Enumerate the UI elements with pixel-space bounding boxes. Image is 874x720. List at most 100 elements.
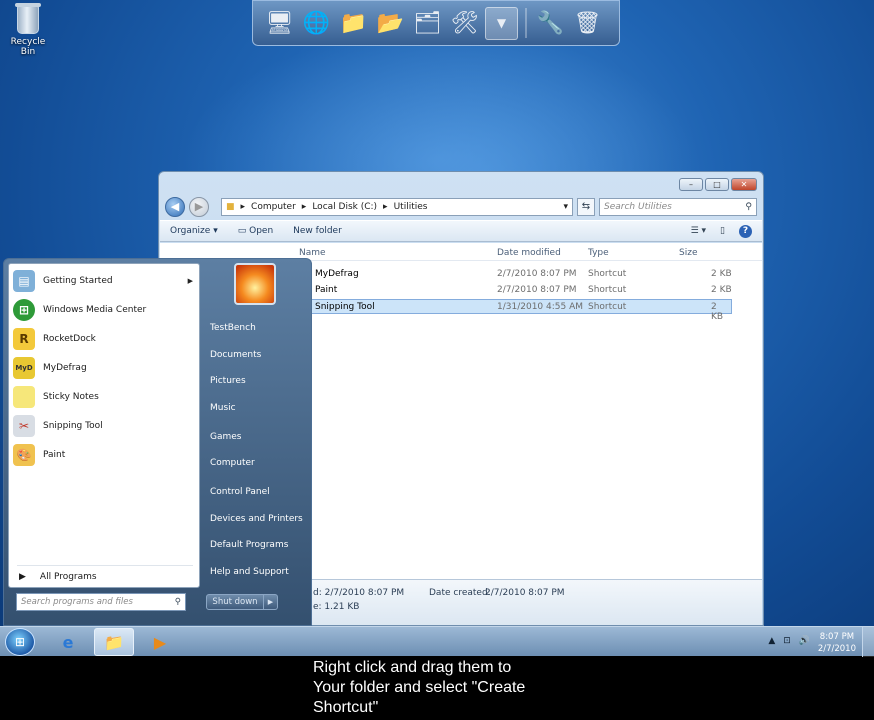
dock-separator bbox=[525, 8, 527, 38]
volume-icon[interactable]: 🔊 bbox=[799, 636, 810, 646]
maximize-button[interactable]: □ bbox=[705, 178, 729, 191]
link-pictures[interactable]: Pictures bbox=[210, 376, 246, 386]
recycle-bin[interactable]: Recycle Bin bbox=[4, 3, 52, 57]
system-tray: ▲ ⊡ 🔊 bbox=[768, 636, 810, 646]
show-desktop-button[interactable] bbox=[862, 627, 874, 657]
search-placeholder: Search Utilities bbox=[604, 202, 672, 212]
all-programs-button[interactable]: ▶ All Programs bbox=[19, 572, 97, 582]
new-folder-button[interactable]: New folder bbox=[293, 226, 342, 236]
program-mydefrag[interactable]: MyD MyDefrag bbox=[13, 355, 197, 381]
link-help-support[interactable]: Help and Support bbox=[210, 567, 289, 577]
all-programs-label: All Programs bbox=[39, 572, 97, 582]
link-music[interactable]: Music bbox=[210, 403, 236, 413]
pictures-icon[interactable]: 🗂 bbox=[411, 7, 444, 40]
explorer-taskbar-button[interactable]: 📁 bbox=[94, 628, 134, 656]
program-label: Getting Started bbox=[43, 276, 113, 286]
program-getting-started[interactable]: ▤ Getting Started ▶ bbox=[13, 268, 197, 294]
link-games[interactable]: Games bbox=[210, 432, 241, 442]
media-center-icon: ⊞ bbox=[13, 299, 35, 321]
paint-icon: 🎨 bbox=[13, 444, 35, 466]
documents-icon[interactable]: 📂 bbox=[374, 7, 407, 40]
program-label: Windows Media Center bbox=[43, 305, 147, 315]
help-icon[interactable]: ? bbox=[739, 224, 752, 238]
file-row[interactable]: MyDefrag 2/7/2010 8:07 PM Shortcut 2 KB bbox=[287, 267, 732, 282]
mydefrag-icon: MyD bbox=[13, 357, 35, 379]
clock[interactable]: 8:07 PM 2/7/2010 bbox=[818, 631, 856, 655]
column-type[interactable]: Type bbox=[588, 248, 609, 258]
rocketdock-icon: R bbox=[13, 328, 35, 350]
link-user[interactable]: TestBench bbox=[210, 323, 256, 333]
arrow-right-icon: ▶ bbox=[19, 572, 26, 582]
dropdown-icon[interactable]: ▼ bbox=[485, 6, 518, 40]
link-computer[interactable]: Computer bbox=[210, 458, 255, 468]
user-picture[interactable] bbox=[234, 263, 276, 305]
file-name: Snipping Tool bbox=[315, 302, 375, 312]
open-icon: ▭ bbox=[237, 226, 247, 236]
program-sticky-notes[interactable]: Sticky Notes bbox=[13, 384, 197, 410]
show-hidden-icons[interactable]: ▲ bbox=[768, 636, 775, 646]
details-created-value: 2/7/2010 8:07 PM bbox=[485, 588, 565, 598]
breadcrumb[interactable]: ■ ▸ Computer ▸ Local Disk (C:) ▸ Utiliti… bbox=[221, 198, 573, 216]
link-documents[interactable]: Documents bbox=[210, 350, 261, 360]
back-button[interactable]: ◀ bbox=[165, 197, 185, 217]
computer-icon[interactable]: 🖥 bbox=[263, 7, 296, 40]
search-input[interactable]: Search Utilities ⚲ bbox=[599, 198, 757, 216]
column-size[interactable]: Size bbox=[679, 248, 697, 258]
column-date-modified[interactable]: Date modified bbox=[497, 248, 561, 258]
file-type: Shortcut bbox=[588, 302, 627, 312]
ie-icon: e bbox=[62, 632, 74, 652]
file-name: Paint bbox=[315, 285, 338, 295]
preview-pane-icon[interactable]: ▯ bbox=[720, 226, 725, 236]
tools-icon[interactable]: 🛠 bbox=[448, 7, 481, 40]
program-media-center[interactable]: ⊞ Windows Media Center bbox=[13, 297, 197, 323]
organize-button[interactable]: Organize ▾ bbox=[170, 226, 218, 236]
program-rocketdock[interactable]: R RocketDock bbox=[13, 326, 197, 352]
ie-taskbar-button[interactable]: e bbox=[48, 628, 88, 656]
start-button[interactable]: ⊞ bbox=[5, 628, 35, 656]
program-label: Paint bbox=[43, 450, 66, 460]
file-row[interactable]: Paint 2/7/2010 8:07 PM Shortcut 2 KB bbox=[287, 283, 732, 298]
breadcrumb-utilities[interactable]: Utilities bbox=[394, 202, 428, 212]
shutdown-options-icon[interactable]: ▶ bbox=[264, 594, 278, 610]
view-options-icon[interactable]: ☰ ▾ bbox=[691, 226, 706, 236]
forward-button[interactable]: ▶ bbox=[189, 197, 209, 217]
close-button[interactable]: ✕ bbox=[731, 178, 757, 191]
shutdown-button[interactable]: Shut down bbox=[206, 594, 264, 610]
start-search-input[interactable]: Search programs and files ⚲ bbox=[16, 593, 186, 611]
file-row-selected[interactable]: Snipping Tool 1/31/2010 4:55 AM Shortcut… bbox=[287, 299, 732, 322]
program-snipping-tool[interactable]: ✂ Snipping Tool bbox=[13, 413, 197, 439]
recycle-bin-icon bbox=[15, 3, 41, 34]
desktop: Recycle Bin 🖥 🌐 📁 📂 🗂 🛠 ▼ 🔧 🗑 – □ ✕ ◀ ▶ … bbox=[0, 0, 874, 626]
details-modified: d: 2/7/2010 8:07 PM bbox=[313, 588, 405, 598]
breadcrumb-arrow-icon: ▸ bbox=[383, 202, 388, 212]
recycle-bin-label: Recycle Bin bbox=[10, 37, 46, 57]
windows-logo-icon: ⊞ bbox=[14, 635, 26, 649]
program-label: Snipping Tool bbox=[43, 421, 103, 431]
getting-started-icon: ▤ bbox=[13, 270, 35, 292]
ie-icon[interactable]: 🌐 bbox=[300, 7, 333, 40]
link-control-panel[interactable]: Control Panel bbox=[210, 487, 270, 497]
chevron-down-icon[interactable]: ▾ bbox=[563, 202, 568, 212]
start-menu-links: TestBench Documents Pictures Music Games… bbox=[200, 259, 312, 626]
program-paint[interactable]: 🎨 Paint bbox=[13, 442, 197, 468]
file-size: 2 KB bbox=[711, 269, 732, 279]
breadcrumb-arrow-icon: ▸ bbox=[240, 202, 246, 212]
breadcrumb-local-disk[interactable]: Local Disk (C:) bbox=[312, 202, 377, 212]
minimize-button[interactable]: – bbox=[679, 178, 703, 191]
folder-icon: ■ bbox=[226, 202, 235, 212]
link-default-programs[interactable]: Default Programs bbox=[210, 540, 288, 550]
refresh-button[interactable]: ⇆ bbox=[577, 198, 595, 216]
file-date: 2/7/2010 8:07 PM bbox=[497, 285, 577, 295]
column-name[interactable]: Name bbox=[299, 248, 326, 258]
network-icon[interactable]: ⊡ bbox=[783, 636, 791, 646]
program-label: RocketDock bbox=[43, 334, 96, 344]
breadcrumb-computer[interactable]: Computer bbox=[251, 202, 296, 212]
clock-date: 2/7/2010 bbox=[817, 644, 856, 654]
view-controls: ☰ ▾ ▯ ? bbox=[691, 224, 752, 238]
recycle-bin-icon[interactable]: 🗑 bbox=[571, 7, 604, 40]
media-player-taskbar-button[interactable]: ▶ bbox=[140, 628, 180, 656]
open-button[interactable]: ▭ Open bbox=[238, 226, 273, 236]
utilities-icon[interactable]: 🔧 bbox=[534, 7, 567, 40]
link-devices-printers[interactable]: Devices and Printers bbox=[210, 514, 303, 524]
folder-icon[interactable]: 📁 bbox=[337, 7, 370, 40]
